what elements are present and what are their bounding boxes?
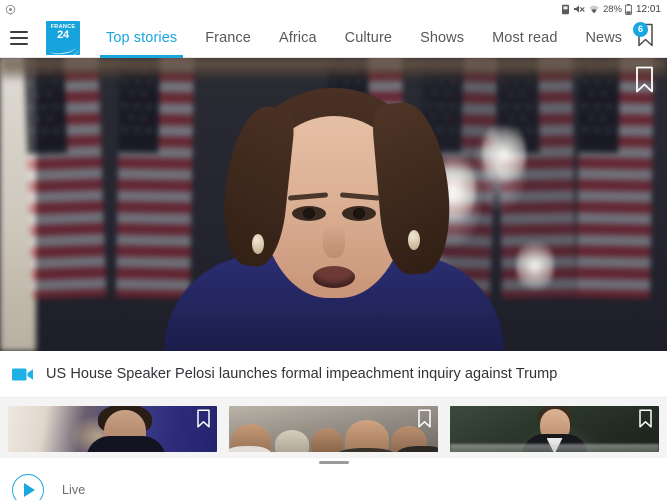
hero-headline-row[interactable]: US House Speaker Pelosi launches formal … <box>0 351 667 398</box>
hero-bookmark-button[interactable] <box>634 66 655 98</box>
thumbnail-bookmark-button[interactable] <box>196 409 211 433</box>
subject-mouth <box>312 266 355 288</box>
status-bar-left <box>5 4 16 15</box>
subject-eye <box>341 206 376 221</box>
wifi-icon <box>588 4 600 15</box>
battery-percent-label: 28% <box>602 3 622 15</box>
clock-label: 12:01 <box>635 3 661 15</box>
hamburger-line <box>10 42 28 45</box>
sim-card-icon <box>561 4 570 15</box>
headline-text: US House Speaker Pelosi launches formal … <box>46 366 558 382</box>
tab-news-thread[interactable]: News thread <box>571 18 623 58</box>
status-bar-right: 28% 12:01 <box>561 3 661 15</box>
video-camera-icon <box>12 367 34 382</box>
thumb3-podium <box>450 444 659 452</box>
subject-nose <box>322 224 345 258</box>
bookmark-badge: 6 <box>633 21 648 37</box>
hamburger-line <box>10 30 28 33</box>
live-label: Live <box>62 483 86 497</box>
france24-logo[interactable]: FRANCE 24 <box>46 20 80 55</box>
bookmarks-button[interactable]: 6 <box>623 18 667 58</box>
status-bar: 28% 12:01 <box>0 0 667 18</box>
mute-icon <box>573 4 585 15</box>
battery-icon <box>625 3 632 15</box>
tab-culture[interactable]: Culture <box>331 18 406 58</box>
american-flag <box>23 58 107 300</box>
thumb1-subject-body <box>86 436 166 452</box>
hero-article[interactable] <box>0 58 667 351</box>
tab-africa[interactable]: Africa <box>265 18 331 58</box>
related-stories-carousel[interactable] <box>0 398 667 458</box>
logo-bottom-text: 24 <box>57 28 69 41</box>
tab-bar: Top stories France Africa Culture Shows … <box>92 18 623 58</box>
hero-image <box>0 58 667 351</box>
tab-top-stories[interactable]: Top stories <box>92 18 191 58</box>
play-icon <box>24 483 35 497</box>
thumbnail-card-3[interactable] <box>450 406 659 452</box>
thumbnail-bookmark-button[interactable] <box>638 409 653 433</box>
tab-france[interactable]: France <box>191 18 265 58</box>
play-button[interactable] <box>12 474 44 500</box>
hamburger-line <box>10 36 28 39</box>
navbar: FRANCE 24 Top stories France Africa Cult… <box>0 18 667 58</box>
hero-subject <box>124 58 544 351</box>
bookmark-icon <box>634 66 655 97</box>
live-player-bar: Live <box>0 467 667 500</box>
thumbnail-bookmark-button[interactable] <box>417 409 432 433</box>
tab-most-read[interactable]: Most read <box>478 18 571 58</box>
scroll-position-indicator[interactable] <box>318 461 349 464</box>
subject-eye <box>291 206 326 221</box>
thumbnail-card-2[interactable] <box>229 406 438 452</box>
app-notification-icon <box>5 4 16 15</box>
tab-shows[interactable]: Shows <box>406 18 478 58</box>
thumb2-person <box>311 428 343 452</box>
carousel-pager[interactable] <box>0 458 667 467</box>
subject-earring <box>407 230 420 250</box>
subject-earring <box>251 234 264 254</box>
thumb2-person <box>275 430 309 452</box>
hamburger-menu-icon[interactable] <box>0 18 38 58</box>
thumbnail-card-1[interactable] <box>8 406 217 452</box>
